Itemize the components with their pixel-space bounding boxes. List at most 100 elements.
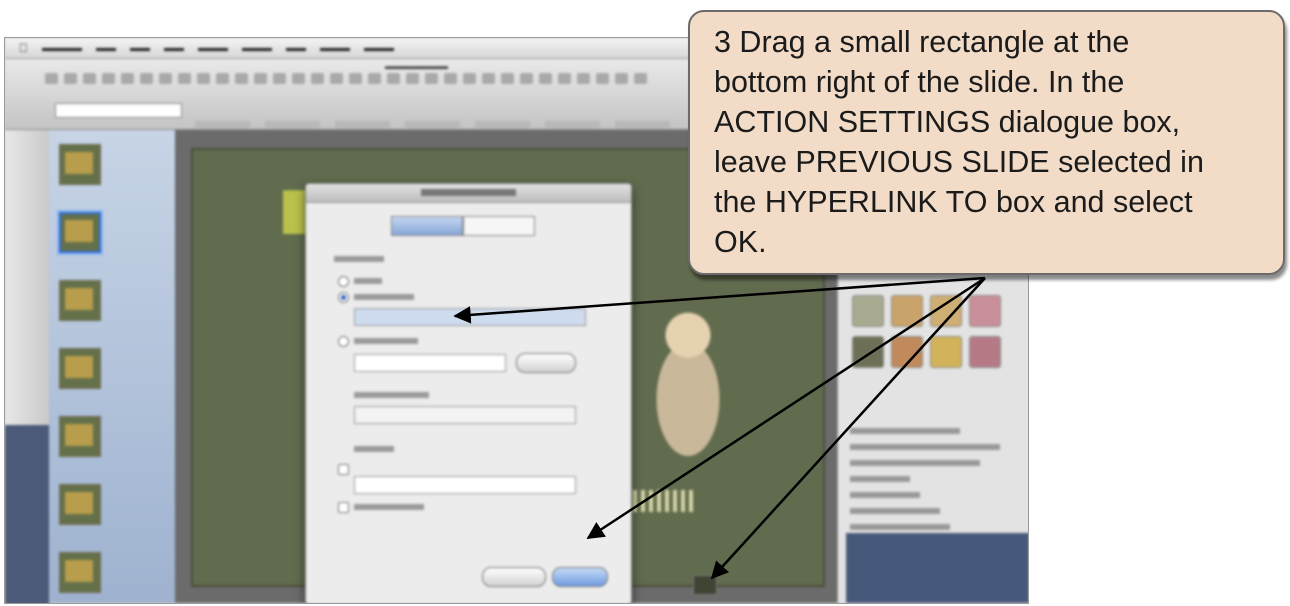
slide-thumbnail-panel <box>49 130 176 603</box>
toolbar-button[interactable] <box>463 73 476 84</box>
apple-icon[interactable]:  <box>19 41 28 55</box>
hyperlink-to-select[interactable] <box>354 308 586 326</box>
toolbar-button[interactable] <box>425 73 438 84</box>
highlight-checkbox[interactable] <box>338 502 349 513</box>
toolbar-button[interactable] <box>406 73 419 84</box>
font-name-field[interactable] <box>55 103 182 118</box>
slide-character-image <box>633 300 743 460</box>
ribbon-tab[interactable] <box>335 121 390 128</box>
panel-option[interactable] <box>850 476 910 482</box>
panel-option[interactable] <box>850 508 940 514</box>
play-sound-label <box>354 446 394 452</box>
panel-option[interactable] <box>850 524 950 530</box>
radio-run-program-label <box>354 338 418 344</box>
sound-checkbox[interactable] <box>338 464 349 475</box>
style-swatch[interactable] <box>969 336 1001 368</box>
panel-option[interactable] <box>850 460 980 466</box>
toolbar-button[interactable] <box>330 73 343 84</box>
desktop-background <box>846 533 1028 603</box>
ribbon-tab[interactable] <box>195 121 250 128</box>
instruction-callout: 3 Drag a small rectangle at the bottom r… <box>688 10 1285 275</box>
menu-item[interactable]: ▬▬ <box>286 43 306 54</box>
ribbon-tab[interactable] <box>475 121 530 128</box>
toolbar-button[interactable] <box>539 73 552 84</box>
style-swatch[interactable] <box>930 295 962 327</box>
window-left-strip <box>5 130 49 603</box>
toolbar-button[interactable] <box>615 73 628 84</box>
shape-style-swatches <box>852 295 1001 368</box>
menu-item[interactable]: ▬▬▬ <box>364 43 394 54</box>
tab-mouse-click[interactable] <box>391 216 463 236</box>
toolbar-button[interactable] <box>197 73 210 84</box>
ok-button[interactable] <box>552 567 608 587</box>
toolbar-button[interactable] <box>45 73 58 84</box>
toolbar-button[interactable] <box>634 73 647 84</box>
toolbar-button[interactable] <box>64 73 77 84</box>
toolbar-button[interactable] <box>501 73 514 84</box>
menu-item[interactable]: ▬▬▬▬ <box>42 43 82 54</box>
highlight-label <box>354 504 424 510</box>
browse-button[interactable] <box>516 353 576 373</box>
toolbar-button[interactable] <box>311 73 324 84</box>
slide-thumbnail[interactable] <box>59 280 101 321</box>
toolbar-button[interactable] <box>102 73 115 84</box>
instruction-text: 3 Drag a small rectangle at the bottom r… <box>714 25 1204 259</box>
sound-select[interactable] <box>354 476 576 494</box>
tab-mouse-over[interactable] <box>463 216 535 236</box>
slide-decoration <box>633 490 693 512</box>
style-swatch[interactable] <box>852 336 884 368</box>
toolbar-button[interactable] <box>235 73 248 84</box>
style-swatch[interactable] <box>969 295 1001 327</box>
radio-none[interactable] <box>338 276 349 287</box>
toolbar-button[interactable] <box>140 73 153 84</box>
style-swatch[interactable] <box>891 336 923 368</box>
dialog-tab-control <box>391 216 535 236</box>
toolbar-button[interactable] <box>254 73 267 84</box>
ribbon-tab[interactable] <box>405 121 460 128</box>
drawn-action-button-rectangle[interactable] <box>693 575 717 595</box>
toolbar-button[interactable] <box>520 73 533 84</box>
menu-item[interactable]: ▬▬▬ <box>242 43 272 54</box>
radio-run-program[interactable] <box>338 336 349 347</box>
style-swatch[interactable] <box>930 336 962 368</box>
radio-hyperlink-to[interactable] <box>338 292 349 303</box>
toolbar-button[interactable] <box>121 73 134 84</box>
menu-item[interactable]: ▬▬ <box>96 43 116 54</box>
menu-item[interactable]: ▬▬ <box>164 43 184 54</box>
slide-thumbnail[interactable] <box>59 144 101 185</box>
toolbar-button[interactable] <box>368 73 381 84</box>
toolbar-button[interactable] <box>159 73 172 84</box>
style-swatch[interactable] <box>891 295 923 327</box>
toolbar-button[interactable] <box>83 73 96 84</box>
slide-thumbnail[interactable] <box>59 552 101 593</box>
toolbar-button[interactable] <box>349 73 362 84</box>
toolbar-button[interactable] <box>444 73 457 84</box>
toolbar-button[interactable] <box>577 73 590 84</box>
slide-thumbnail[interactable] <box>59 212 101 253</box>
menu-item[interactable]: ▬▬▬ <box>320 43 350 54</box>
program-path-field[interactable] <box>354 354 506 372</box>
ribbon-tab[interactable] <box>545 121 600 128</box>
slide-thumbnail[interactable] <box>59 416 101 457</box>
menu-item[interactable]: ▬▬ <box>130 43 150 54</box>
toolbar-button[interactable] <box>387 73 400 84</box>
toolbar-row-1 <box>45 73 647 84</box>
slide-thumbnail[interactable] <box>59 348 101 389</box>
slide-thumbnail[interactable] <box>59 484 101 525</box>
action-group-label <box>334 256 384 262</box>
panel-option[interactable] <box>850 492 920 498</box>
style-swatch[interactable] <box>852 295 884 327</box>
toolbar-button[interactable] <box>216 73 229 84</box>
toolbar-button[interactable] <box>596 73 609 84</box>
ribbon-tab[interactable] <box>615 121 670 128</box>
toolbar-button[interactable] <box>558 73 571 84</box>
toolbar-button[interactable] <box>482 73 495 84</box>
panel-option[interactable] <box>850 428 960 434</box>
toolbar-button[interactable] <box>178 73 191 84</box>
panel-option[interactable] <box>850 444 1000 450</box>
cancel-button[interactable] <box>482 567 546 587</box>
ribbon-tab[interactable] <box>265 121 320 128</box>
toolbar-button[interactable] <box>273 73 286 84</box>
toolbar-button[interactable] <box>292 73 305 84</box>
menu-item[interactable]: ▬▬▬ <box>198 43 228 54</box>
